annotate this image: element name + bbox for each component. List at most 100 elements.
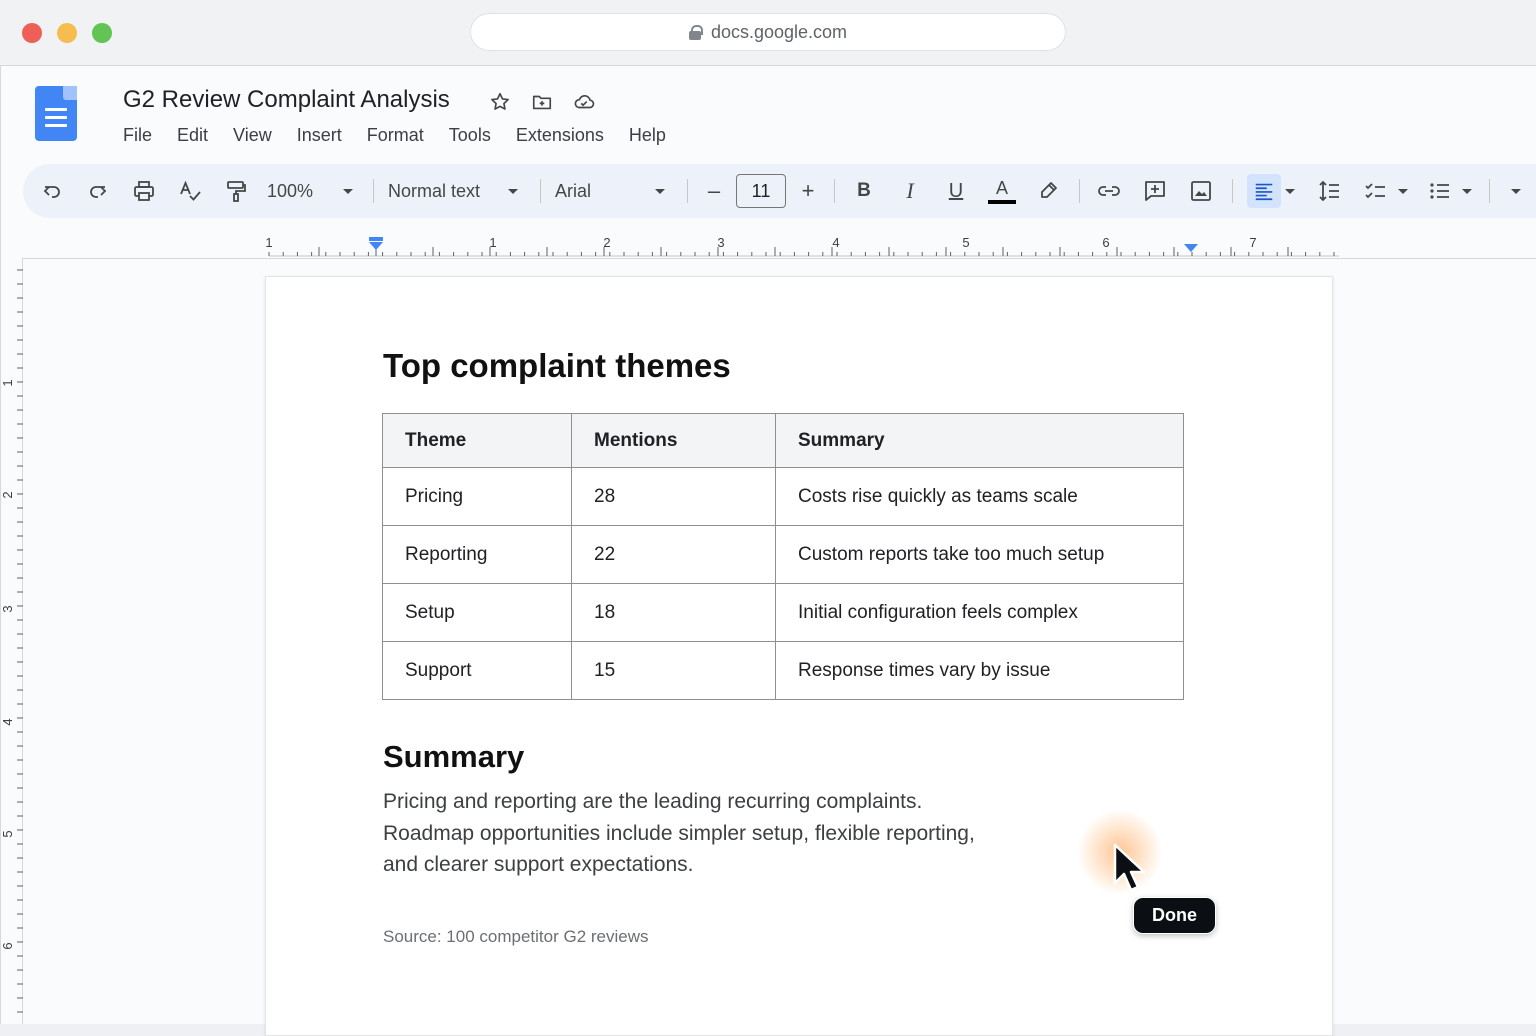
table-cell[interactable]: Setup xyxy=(382,583,572,642)
docs-app: G2 Review Complaint Analysis File Edit V… xyxy=(0,66,1536,1036)
table-header-row: Theme Mentions Summary xyxy=(382,413,1184,468)
ruler-label: 6 xyxy=(1102,235,1109,250)
left-indent-marker xyxy=(369,242,383,250)
insert-link-button[interactable] xyxy=(1094,174,1124,208)
align-left-button[interactable] xyxy=(1247,174,1281,208)
menu-view[interactable]: View xyxy=(233,125,272,146)
highlighter-icon xyxy=(1041,182,1057,198)
line-spacing-icon xyxy=(1319,180,1339,202)
bulleted-list-icon xyxy=(1430,183,1449,199)
vertical-ruler[interactable]: 1 2 3 4 5 6 xyxy=(0,258,23,1024)
font-family-select[interactable]: Arial xyxy=(555,174,665,208)
table-cell[interactable]: Custom reports take too much setup xyxy=(775,525,1184,584)
add-comment-icon xyxy=(1145,181,1165,201)
table-cell[interactable]: 28 xyxy=(571,467,776,526)
right-indent-marker xyxy=(1184,244,1198,252)
table-header-cell[interactable]: Theme xyxy=(382,413,572,468)
menu-edit[interactable]: Edit xyxy=(177,125,208,146)
paint-format-icon xyxy=(227,181,246,202)
docs-logo-icon[interactable] xyxy=(35,86,77,141)
table-cell[interactable]: Support xyxy=(382,641,572,700)
table-row: Pricing 28 Costs rise quickly as teams s… xyxy=(382,467,1184,526)
menu-file[interactable]: File xyxy=(123,125,152,146)
source-note[interactable]: Source: 100 competitor G2 reviews xyxy=(383,927,649,947)
table-header-cell[interactable]: Summary xyxy=(775,413,1184,468)
table-cell[interactable]: 22 xyxy=(571,525,776,584)
minimize-window-button[interactable] xyxy=(57,23,77,43)
decrease-font-size-button[interactable]: – xyxy=(702,174,726,208)
maximize-window-button[interactable] xyxy=(92,23,112,43)
table-cell[interactable]: Pricing xyxy=(382,467,572,526)
summary-line: and clearer support expectations. xyxy=(383,853,694,876)
table-header-cell[interactable]: Mentions xyxy=(571,413,776,468)
table-cell[interactable]: Costs rise quickly as teams scale xyxy=(775,467,1184,526)
font-family-value: Arial xyxy=(555,180,592,201)
heading-summary[interactable]: Summary xyxy=(383,739,524,775)
table-cell[interactable]: Initial configuration feels complex xyxy=(775,583,1184,642)
document-title[interactable]: G2 Review Complaint Analysis xyxy=(123,86,450,114)
undo-button[interactable] xyxy=(37,174,67,208)
table-cell[interactable]: 15 xyxy=(571,641,776,700)
redo-icon xyxy=(90,186,107,198)
toolbar-divider xyxy=(373,179,374,203)
insert-image-button[interactable] xyxy=(1186,174,1216,208)
close-window-button[interactable] xyxy=(22,23,42,43)
move-to-folder-icon[interactable] xyxy=(530,90,554,114)
ruler-label: 4 xyxy=(1,718,15,725)
plus-icon: + xyxy=(801,178,815,203)
redo-button[interactable] xyxy=(83,174,113,208)
menu-insert[interactable]: Insert xyxy=(297,125,342,146)
print-icon xyxy=(134,181,154,201)
underline-button[interactable]: U xyxy=(941,174,971,208)
bulleted-list-button[interactable] xyxy=(1425,174,1455,208)
title-actions xyxy=(488,90,596,114)
table-cell[interactable]: Response times vary by issue xyxy=(775,641,1184,700)
line-spacing-button[interactable] xyxy=(1315,174,1345,208)
print-button[interactable] xyxy=(129,174,159,208)
chevron-down-icon xyxy=(1462,188,1472,194)
align-dropdown[interactable] xyxy=(1281,174,1299,208)
table-cell[interactable]: Reporting xyxy=(382,525,572,584)
star-icon[interactable] xyxy=(488,90,512,114)
bold-button[interactable]: B xyxy=(849,174,879,208)
text-color-button[interactable]: A xyxy=(987,174,1017,208)
table-cell[interactable]: 18 xyxy=(571,583,776,642)
align-left-icon xyxy=(1255,183,1273,201)
checklist-dropdown[interactable] xyxy=(1395,174,1411,208)
italic-button[interactable]: I xyxy=(895,174,925,208)
checklist-button[interactable] xyxy=(1361,174,1391,208)
zoom-select[interactable]: 100% xyxy=(267,174,353,208)
font-size-input[interactable]: 11 xyxy=(736,174,786,208)
undo-icon xyxy=(43,186,60,198)
paint-format-button[interactable] xyxy=(221,174,251,208)
document-canvas: Top complaint themes Theme Mentions Summ… xyxy=(23,258,1536,1036)
table-row: Reporting 22 Custom reports take too muc… xyxy=(382,525,1184,584)
mouse-pointer-icon xyxy=(1113,843,1146,892)
link-icon xyxy=(1098,186,1120,196)
menu-extensions[interactable]: Extensions xyxy=(516,125,604,146)
chevron-down-icon xyxy=(655,188,665,194)
highlight-color-button[interactable] xyxy=(1033,174,1063,208)
formatting-toolbar: 100% Normal text Arial – 11 + B I U A xyxy=(23,164,1536,218)
cloud-saved-icon[interactable] xyxy=(572,90,596,114)
paragraph-style-select[interactable]: Normal text xyxy=(388,174,518,208)
address-bar[interactable]: docs.google.com xyxy=(470,13,1066,51)
increase-font-size-button[interactable]: + xyxy=(796,174,820,208)
menu-tools[interactable]: Tools xyxy=(449,125,491,146)
summary-paragraph[interactable]: Pricing and reporting are the leading re… xyxy=(383,786,1063,881)
ruler-label: 5 xyxy=(962,235,969,250)
add-comment-button[interactable] xyxy=(1140,174,1170,208)
zoom-value: 100% xyxy=(267,180,314,201)
bulleted-list-dropdown[interactable] xyxy=(1459,174,1475,208)
toolbar-divider xyxy=(1232,179,1233,203)
spellcheck-button[interactable] xyxy=(175,174,205,208)
italic-icon: I xyxy=(906,178,914,203)
more-toolbar-options[interactable] xyxy=(1504,174,1528,208)
menu-help[interactable]: Help xyxy=(629,125,666,146)
complaint-themes-table[interactable]: Theme Mentions Summary Pricing 28 Costs … xyxy=(382,413,1184,700)
url-text: docs.google.com xyxy=(710,21,848,42)
menu-format[interactable]: Format xyxy=(367,125,424,146)
horizontal-ruler[interactable]: 1 1 2 3 4 5 6 7 xyxy=(23,232,1536,258)
heading-top-complaint-themes[interactable]: Top complaint themes xyxy=(383,347,731,385)
first-line-indent-marker xyxy=(369,237,383,241)
